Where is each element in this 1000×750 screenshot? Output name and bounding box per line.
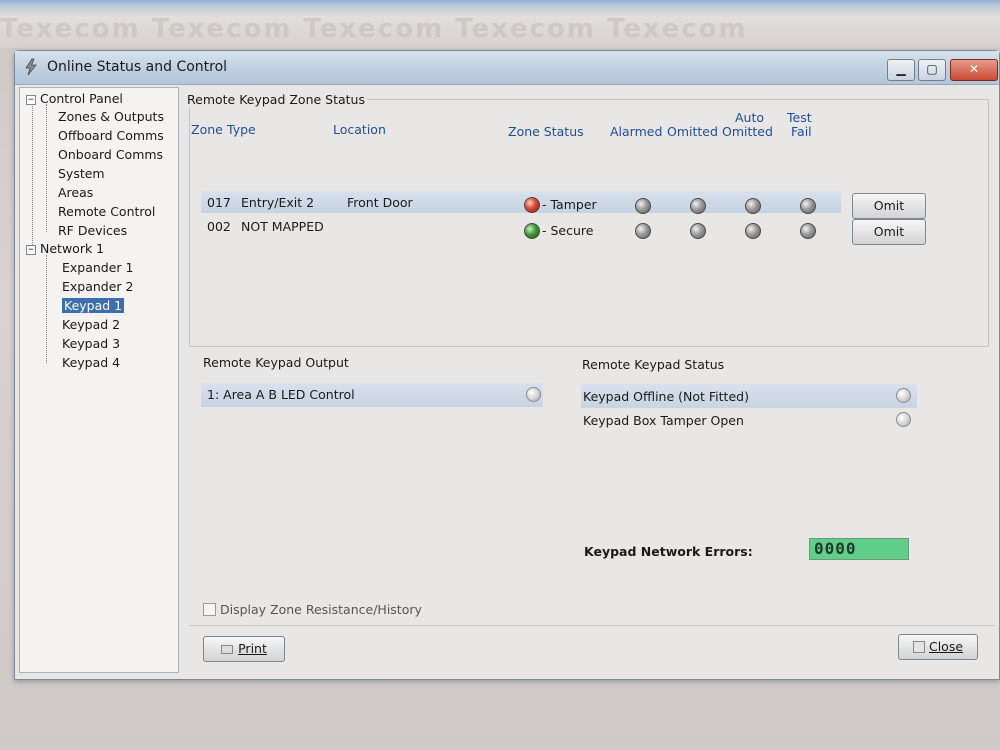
header-location: Location [333, 122, 386, 137]
network-errors-display: 0000 [809, 538, 909, 560]
display-resistance-label: Display Zone Resistance/History [220, 602, 422, 617]
tree-item-expander-1[interactable]: Expander 1 [62, 259, 134, 276]
tree-item-network-1[interactable]: − Network 1 [26, 240, 104, 257]
display-resistance-checkbox[interactable] [203, 603, 216, 616]
output-led [526, 387, 541, 402]
zone-status-title: Remote Keypad Zone Status [185, 92, 367, 107]
zone-status-led-tamper [524, 197, 540, 213]
cell-zone-status: - Secure [542, 223, 594, 238]
tree-connector [32, 104, 33, 249]
header-zone: Zone [191, 122, 223, 137]
minimize-button[interactable]: ▁ [887, 59, 915, 81]
exit-icon [912, 641, 925, 653]
tree-item-expander-2[interactable]: Expander 2 [62, 278, 134, 295]
tree-item-control-panel[interactable]: − Control Panel [26, 90, 123, 107]
header-auto-omitted-line1: Auto [735, 110, 765, 125]
header-zone-status: Zone Status [508, 124, 584, 139]
app-icon [25, 58, 37, 76]
zone-status-led-secure [524, 223, 540, 239]
cell-type: Entry/Exit 2 [241, 195, 315, 210]
navigation-tree: − Control Panel Zones & Outputs Offboard … [19, 87, 179, 673]
maximize-button[interactable]: ▢ [918, 59, 946, 81]
tree-item-offboard-comms[interactable]: Offboard Comms [58, 127, 164, 144]
output-label: 1: Area A B LED Control [207, 387, 355, 402]
collapse-icon[interactable]: − [26, 95, 36, 105]
tree-item-remote-control[interactable]: Remote Control [58, 203, 155, 220]
keypad-status-title: Remote Keypad Status [582, 357, 725, 372]
auto-omitted-led [745, 223, 761, 239]
header-test-fail-line1: Test [787, 110, 812, 125]
status-label-offline: Keypad Offline (Not Fitted) [583, 389, 749, 404]
collapse-icon[interactable]: − [26, 245, 36, 255]
status-led-offline [896, 388, 911, 403]
tree-item-zones-outputs[interactable]: Zones & Outputs [58, 108, 164, 125]
cell-location: Front Door [347, 195, 413, 210]
tree-item-system[interactable]: System [58, 165, 105, 182]
close-window-button[interactable]: ✕ [950, 59, 998, 81]
auto-omitted-led [745, 198, 761, 214]
omitted-led [690, 198, 706, 214]
header-omitted: Omitted [667, 124, 718, 139]
omitted-led [690, 223, 706, 239]
table-row[interactable]: 017 [207, 195, 231, 210]
alarmed-led [635, 223, 651, 239]
omit-button[interactable]: Omit [852, 193, 926, 219]
omit-button[interactable]: Omit [852, 219, 926, 245]
tree-item-keypad-3[interactable]: Keypad 3 [62, 335, 120, 352]
cell-zone-status: - Tamper [542, 197, 597, 212]
tree-connector [46, 104, 47, 232]
desktop-watermark: Texecom Texecom Texecom Texecom Texecom [0, 14, 748, 44]
print-button[interactable]: Print [203, 636, 285, 662]
printer-icon [221, 645, 234, 654]
test-fail-led [800, 223, 816, 239]
print-label: Print [238, 641, 267, 656]
tree-item-keypad-1[interactable]: Keypad 1 [62, 297, 125, 314]
status-led-tamper [896, 412, 911, 427]
cell-type: NOT MAPPED [241, 219, 324, 234]
header-alarmed: Alarmed [610, 124, 663, 139]
close-button[interactable]: Close [898, 634, 978, 660]
main-panel: Remote Keypad Zone Status Zone Type Loca… [183, 87, 995, 673]
tree-connector [46, 255, 47, 363]
cell-zone: 002 [207, 219, 231, 234]
online-status-window: Online Status and Control ▁ ▢ ✕ − Control… [14, 50, 1000, 680]
close-label: Close [928, 639, 964, 654]
status-label-tamper: Keypad Box Tamper Open [583, 413, 744, 428]
window-title: Online Status and Control [47, 59, 228, 75]
title-bar[interactable]: Online Status and Control ▁ ▢ ✕ [15, 51, 999, 85]
tree-item-areas[interactable]: Areas [58, 184, 93, 201]
header-test-fail-line2: Fail [791, 124, 812, 139]
footer-divider [189, 625, 995, 626]
cell-zone: 017 [207, 195, 231, 210]
header-type: Type [227, 122, 256, 137]
tree-item-keypad-2[interactable]: Keypad 2 [62, 316, 120, 333]
tree-item-keypad-4[interactable]: Keypad 4 [62, 354, 120, 371]
table-row[interactable]: 002 [207, 219, 231, 234]
tree-item-onboard-comms[interactable]: Onboard Comms [58, 146, 163, 163]
alarmed-led [635, 198, 651, 214]
tree-item-rf-devices[interactable]: RF Devices [58, 222, 127, 239]
header-auto-omitted-line2: Omitted [722, 124, 773, 139]
test-fail-led [800, 198, 816, 214]
keypad-output-title: Remote Keypad Output [203, 355, 349, 370]
network-errors-label: Keypad Network Errors: [584, 544, 753, 559]
